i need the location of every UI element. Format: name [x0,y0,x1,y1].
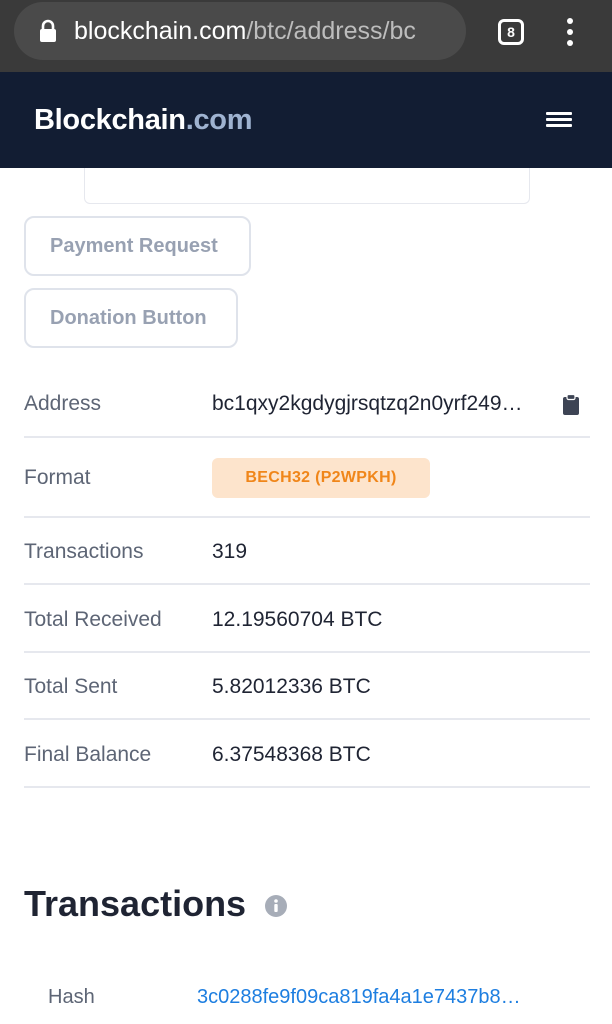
qr-code-panel [84,168,530,204]
final-balance-row: Final Balance 6.37548368 BTC [24,720,590,788]
total-received-label: Total Received [24,608,162,631]
tab-switcher-button[interactable]: 8 [498,19,524,45]
total-sent-label: Total Sent [24,675,118,698]
donation-button-label: Donation Button [50,306,207,329]
brand-main: Blockchain [34,104,186,136]
transactions-value: 319 [212,540,248,563]
format-label: Format [24,466,91,489]
transactions-label: Transactions [24,540,144,563]
brand-tld: .com [185,104,253,136]
format-value: BECH32 (P2WPKH) [245,469,397,486]
final-balance-value: 6.37548368 BTC [212,743,371,766]
total-sent-row: Total Sent 5.82012336 BTC [24,653,590,720]
tab-count: 8 [507,24,515,40]
donation-button[interactable]: Donation Button [24,288,238,348]
total-received-row: Total Received 12.19560704 BTC [24,585,590,653]
hamburger-menu-icon[interactable] [546,108,572,130]
transaction-hash-link[interactable]: 3c0288fe9f09ca819fa4a1e7437b8… [197,986,563,1009]
format-row: Format BECH32 (P2WPKH) [24,438,590,518]
info-icon[interactable] [264,894,288,918]
address-row: Address bc1qxy2kgdygjrsqtzq2n0yrf249… [24,372,590,438]
hash-label: Hash [48,986,95,1008]
payment-request-label: Payment Request [50,234,218,257]
clipboard-icon[interactable] [562,394,580,416]
final-balance-label: Final Balance [24,743,152,766]
total-sent-value: 5.82012336 BTC [212,675,371,698]
kebab-menu-icon[interactable] [560,16,580,48]
brand-logo[interactable]: Blockchain.com [34,102,253,138]
total-received-value: 12.19560704 BTC [212,608,383,631]
url-text: blockchain.com/btc/address/bc [74,16,458,46]
payment-request-button[interactable]: Payment Request [24,216,251,276]
transactions-heading: Transactions [24,883,247,924]
address-bar[interactable]: blockchain.com/btc/address/bc [14,2,466,60]
browser-toolbar: blockchain.com/btc/address/bc 8 [0,0,612,72]
site-header: Blockchain.com [0,72,612,168]
url-path: /btc/address/bc [246,17,416,45]
address-label: Address [24,392,102,415]
transactions-row: Transactions 319 [24,518,590,585]
format-badge: BECH32 (P2WPKH) [212,458,430,498]
url-host: blockchain.com [74,17,247,45]
address-value[interactable]: bc1qxy2kgdygjrsqtzq2n0yrf249… [212,392,554,416]
lock-icon [40,19,56,42]
